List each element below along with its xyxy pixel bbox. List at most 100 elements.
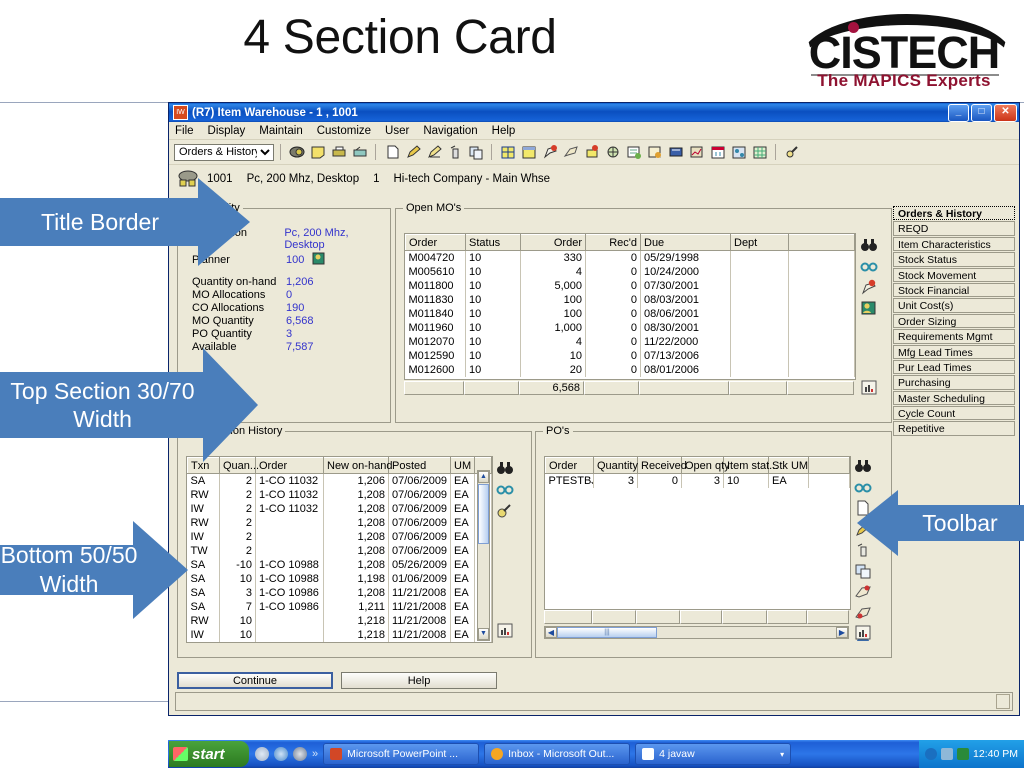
note-icon[interactable] — [310, 144, 327, 160]
menu-navigation[interactable]: Navigation — [423, 125, 477, 137]
sidebar-item-reqd[interactable]: REQD — [893, 221, 1015, 236]
sidebar-item-stock-status[interactable]: Stock Status — [893, 252, 1015, 267]
attach-icon[interactable] — [784, 144, 801, 160]
col-blank[interactable] — [788, 234, 855, 251]
table-row[interactable]: M004720 10 330 0 05/29/1998 — [405, 250, 855, 265]
report-icon[interactable] — [626, 144, 643, 160]
sidebar-item-unit-costs[interactable]: Unit Cost(s) — [893, 298, 1015, 313]
col-recd[interactable]: Rec'd — [585, 234, 641, 251]
scroll-down-button[interactable]: ▼ — [478, 628, 489, 640]
table-row[interactable]: M011830 10 100 0 08/03/2001 — [405, 293, 855, 307]
explorer-icon[interactable] — [293, 747, 307, 761]
sidebar-item-order-sizing[interactable]: Order Sizing — [893, 313, 1015, 329]
table-row[interactable]: RW 2 1-CO 11032 1,208 07/06/2009 EA — [187, 488, 492, 502]
chart-icon[interactable] — [496, 622, 514, 643]
menu-customize[interactable]: Customize — [317, 125, 371, 137]
planner-icon[interactable] — [312, 252, 325, 268]
attach-icon[interactable] — [496, 502, 514, 520]
grid-icon[interactable] — [500, 144, 517, 160]
col-blank[interactable] — [808, 457, 850, 474]
scroll-up-button[interactable]: ▲ — [478, 471, 489, 483]
chevron-more-icon[interactable]: » — [312, 748, 318, 760]
volume-icon[interactable] — [925, 748, 938, 760]
table-row[interactable]: RW 10 1,218 11/21/2008 EA — [187, 614, 492, 628]
start-button[interactable]: start — [169, 741, 249, 767]
table-row[interactable]: SA -10 1-CO 10988 1,208 05/26/2009 EA — [187, 558, 492, 572]
resize-grip-icon[interactable] — [996, 694, 1010, 709]
minimize-button[interactable]: _ — [948, 104, 969, 122]
flag-icon[interactable] — [860, 279, 878, 297]
sidebar-item-stock-financial[interactable]: Stock Financial — [893, 282, 1015, 298]
col-order[interactable]: Order — [405, 234, 466, 251]
col-posted[interactable]: Posted — [388, 457, 451, 474]
table-row[interactable]: M012600 10 20 0 08/01/2006 — [405, 363, 855, 377]
binoculars-icon[interactable] — [860, 237, 878, 255]
pos-grid[interactable]: Order Quantity Received Open qty Item st… — [544, 456, 851, 610]
document-icon[interactable] — [647, 144, 664, 160]
mo-icon[interactable] — [542, 144, 559, 160]
sidebar-item-mfg-lead-times[interactable]: Mfg Lead Times — [893, 344, 1015, 359]
help-button[interactable]: Help — [341, 672, 497, 689]
edit-icon[interactable] — [405, 144, 422, 160]
globe-icon[interactable] — [605, 144, 622, 160]
copy-icon[interactable] — [854, 563, 872, 581]
binoculars-icon[interactable] — [854, 458, 872, 476]
table-row[interactable]: IW 2 1,208 07/06/2009 EA — [187, 530, 492, 544]
col-open-qty[interactable]: Open qty — [681, 457, 730, 474]
glasses-icon[interactable] — [860, 258, 878, 276]
col-item-status[interactable]: Item stat... — [723, 457, 778, 474]
person-icon[interactable] — [860, 300, 878, 318]
matrix-icon[interactable] — [752, 144, 769, 160]
glasses-icon[interactable] — [496, 481, 514, 499]
col-status[interactable]: Status — [465, 234, 521, 251]
taskbar-item-powerpoint[interactable]: Microsoft PowerPoint ... — [323, 743, 480, 765]
table-row[interactable]: IW 2 1-CO 11032 1,208 07/06/2009 EA — [187, 502, 492, 516]
table-row[interactable]: SA 7 1-CO 10986 1,211 11/21/2008 EA — [187, 600, 492, 614]
pos-hscrollbar[interactable]: ◀ ||| ▶ — [544, 626, 849, 639]
table-row[interactable]: RW 2 1,208 07/06/2009 EA — [187, 516, 492, 530]
table-row[interactable]: SA 2 1-CO 11032 1,206 07/06/2009 EA — [187, 473, 492, 488]
print-icon[interactable] — [331, 144, 348, 160]
transaction-history-grid[interactable]: Txn Quan... Order New on-hand Posted UM … — [186, 456, 493, 643]
calendar-icon[interactable] — [710, 144, 727, 160]
col-due[interactable]: Due — [640, 234, 731, 251]
taskbar-item-javaw[interactable]: 4 javaw ▾ — [635, 743, 792, 765]
menu-user[interactable]: User — [385, 125, 409, 137]
sidebar-item-repetitive[interactable]: Repetitive — [893, 421, 1015, 436]
table-row[interactable]: M011800 10 5,000 0 07/30/2001 — [405, 279, 855, 293]
sidebar-item-master-scheduling[interactable]: Master Scheduling — [893, 390, 1015, 406]
col-received[interactable]: Received — [637, 457, 687, 474]
network-icon[interactable] — [731, 144, 748, 160]
table-row[interactable]: M012590 10 10 0 07/13/2006 — [405, 349, 855, 363]
menu-help[interactable]: Help — [492, 125, 516, 137]
sidebar-item-stock-movement[interactable]: Stock Movement — [893, 267, 1015, 282]
table-row[interactable]: M012070 10 4 0 11/22/2000 — [405, 335, 855, 349]
chart-icon[interactable] — [860, 379, 878, 400]
shield-icon[interactable] — [957, 748, 970, 760]
media-icon[interactable] — [255, 747, 269, 761]
sidebar-item-cycle-count[interactable]: Cycle Count — [893, 406, 1015, 421]
copy-icon[interactable] — [468, 144, 485, 160]
po-icon[interactable] — [584, 144, 601, 160]
scroll-left-button[interactable]: ◀ — [545, 627, 557, 638]
col-new-on-hand[interactable]: New on-hand — [323, 457, 392, 474]
table-row[interactable]: M005610 10 4 0 10/24/2000 — [405, 265, 855, 279]
table-row[interactable]: M011960 10 1,000 0 08/30/2001 — [405, 321, 855, 335]
table-row[interactable]: TW 2 1,208 07/06/2009 EA — [187, 544, 492, 558]
label-icon[interactable] — [668, 144, 685, 160]
col-order[interactable]: Order — [255, 457, 324, 474]
sidebar-item-requirements-mgmt[interactable]: Requirements Mgmt — [893, 329, 1015, 344]
table-row[interactable]: M011840 10 100 0 08/06/2001 — [405, 307, 855, 321]
col-order-qty[interactable]: Order — [520, 234, 586, 251]
table-row[interactable]: IW 10 1,218 11/21/2008 EA — [187, 628, 492, 642]
window-icon[interactable] — [521, 144, 538, 160]
col-dept[interactable]: Dept — [730, 234, 789, 251]
sidebar-item-purchasing[interactable]: Purchasing — [893, 375, 1015, 390]
view-icon[interactable] — [289, 144, 306, 160]
close-button[interactable]: ✕ — [994, 104, 1017, 122]
sidebar-item-orders-history[interactable]: Orders & History — [893, 206, 1015, 221]
col-quantity[interactable]: Quantity — [593, 457, 638, 474]
delete-icon[interactable] — [447, 144, 464, 160]
chart-icon[interactable] — [854, 624, 872, 645]
col-um[interactable]: UM — [450, 457, 475, 474]
